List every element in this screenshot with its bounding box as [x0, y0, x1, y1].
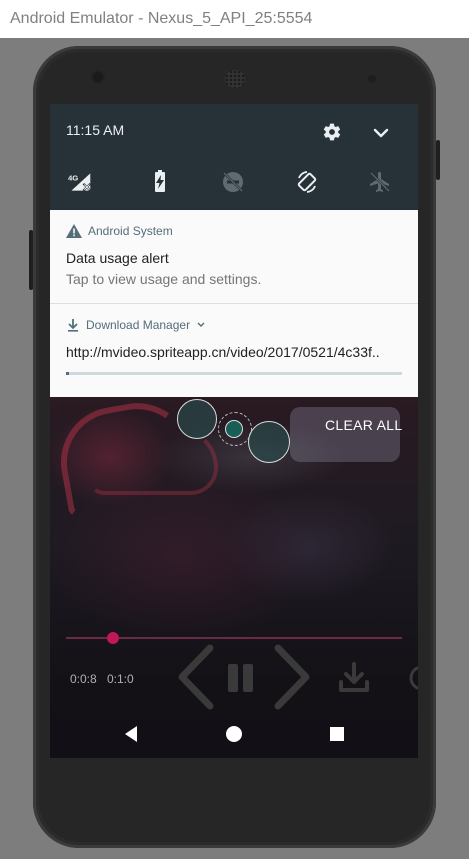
chevron-down-icon[interactable]	[196, 320, 206, 330]
download-progress-fill	[66, 372, 70, 375]
download-icon[interactable]	[338, 662, 370, 694]
chevron-down-icon[interactable]	[372, 124, 390, 142]
download-icon	[68, 319, 78, 332]
current-time: 0:0:8	[70, 672, 97, 686]
notification-header: Download Manager	[66, 318, 206, 332]
total-time: 0:1:0	[107, 672, 134, 686]
download-progress-bar	[66, 372, 402, 375]
battery-charging-icon[interactable]	[148, 170, 172, 194]
notification-title: Data usage alert	[66, 250, 169, 266]
pause-icon[interactable]	[226, 664, 256, 692]
airplane-mode-off-icon[interactable]	[368, 170, 392, 194]
notification-download[interactable]: Download Manager http://mvideo.spriteapp…	[50, 304, 418, 397]
network-type-label: 4G	[68, 173, 78, 182]
volume-button[interactable]	[436, 140, 440, 180]
proximity-sensor	[368, 75, 376, 83]
more-control-icon[interactable]	[408, 664, 418, 692]
recents-icon[interactable]	[327, 724, 347, 744]
do-not-disturb-off-icon[interactable]	[221, 170, 245, 194]
download-url: http://mvideo.spriteapp.cn/video/2017/05…	[66, 344, 380, 360]
status-time: 11:15 AM	[66, 122, 125, 138]
navigation-bar	[50, 710, 418, 758]
phone-screen: 0:0:8 0:1:0 11:15 AM 4G Android System D…	[50, 104, 418, 758]
touch-indicator	[225, 420, 243, 438]
window-title: Android Emulator - Nexus_5_API_25:5554	[10, 10, 313, 27]
clear-all-button[interactable]: CLEAR ALL	[325, 417, 402, 433]
gear-icon[interactable]	[322, 122, 342, 142]
next-icon[interactable]	[272, 644, 312, 710]
notification-text: Tap to view usage and settings.	[66, 271, 262, 287]
emulator-title-bar: Android Emulator - Nexus_5_API_25:5554	[0, 0, 469, 38]
touch-indicator	[248, 421, 290, 463]
touch-indicator	[177, 399, 217, 439]
home-icon[interactable]	[224, 724, 244, 744]
video-background	[50, 394, 418, 758]
notification-header: Android System	[66, 224, 173, 238]
earpiece-speaker	[225, 70, 245, 88]
quick-settings-panel: 11:15 AM 4G	[50, 104, 418, 210]
network-4g-icon[interactable]: 4G	[68, 170, 92, 194]
auto-rotate-icon[interactable]	[295, 170, 319, 194]
seek-thumb[interactable]	[107, 632, 119, 644]
video-license-plate	[290, 407, 400, 462]
back-icon[interactable]	[122, 724, 142, 744]
previous-icon[interactable]	[176, 644, 216, 710]
notification-app-name: Android System	[88, 224, 173, 238]
front-camera	[93, 72, 103, 82]
warning-icon	[66, 224, 82, 238]
notification-data-usage[interactable]: Android System Data usage alert Tap to v…	[50, 210, 418, 304]
power-button[interactable]	[29, 230, 33, 290]
notification-app-name: Download Manager	[86, 318, 191, 332]
